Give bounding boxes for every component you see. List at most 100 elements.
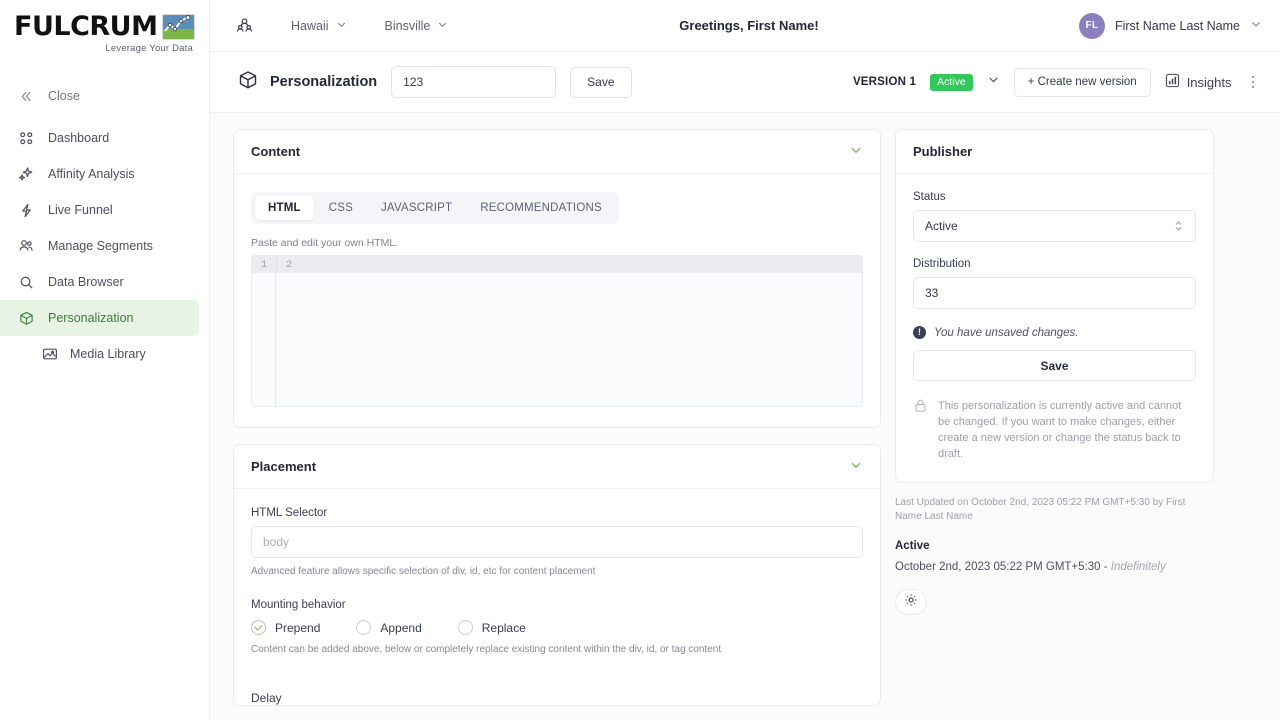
- content-card-header: Content: [234, 130, 880, 174]
- tab-css[interactable]: CSS: [316, 196, 366, 220]
- select-updown-chevron-icon: [1173, 219, 1184, 233]
- version-dropdown-chevron-down-icon[interactable]: [987, 73, 1000, 91]
- sidebar-item-media-library[interactable]: Media Library: [0, 336, 199, 372]
- mounting-behavior-help: Content can be added above, below or com…: [251, 644, 722, 655]
- distribution-input[interactable]: [913, 277, 1196, 309]
- placement-card-header: Placement: [234, 445, 880, 489]
- radio-prepend[interactable]: Prepend: [251, 620, 320, 635]
- sidebar-item-manage-segments[interactable]: Manage Segments: [0, 228, 199, 264]
- people-group-icon[interactable]: [236, 17, 253, 34]
- cube-icon: [17, 309, 35, 327]
- publisher-save-button[interactable]: Save: [913, 350, 1196, 381]
- content-collapse-chevron-down-icon[interactable]: [849, 143, 863, 160]
- sidebar-item-label: Manage Segments: [48, 239, 153, 253]
- sidebar-item-label: Dashboard: [48, 131, 110, 145]
- image-icon: [41, 345, 59, 363]
- unsaved-changes-notice: ! You have unsaved changes.: [913, 326, 1196, 339]
- status-select[interactable]: Active: [913, 210, 1196, 242]
- search-icon: [17, 273, 35, 291]
- exclamation-circle-icon: !: [913, 326, 926, 339]
- tab-html[interactable]: HTML: [255, 196, 314, 220]
- mounting-behavior-label: Mounting behavior: [251, 599, 346, 611]
- content-card-title: Content: [251, 144, 301, 159]
- html-selector-input[interactable]: [251, 526, 863, 558]
- bar-chart-icon: [1165, 73, 1180, 91]
- breadcrumb-binsville[interactable]: Binsville: [385, 19, 449, 33]
- grid-icon: [17, 129, 35, 147]
- content-tabs: HTML CSS JAVASCRIPT RECOMMENDATIONS: [251, 192, 619, 224]
- chevron-down-icon: [336, 19, 347, 33]
- status-label: Status: [913, 191, 946, 203]
- sidebar-item-label: Affinity Analysis: [48, 167, 135, 181]
- chevron-down-icon: [1250, 17, 1262, 35]
- more-vertical-icon[interactable]: [1246, 72, 1261, 93]
- version-status-badge: Active: [930, 73, 973, 91]
- placement-collapse-chevron-down-icon[interactable]: [849, 458, 863, 475]
- personalization-name-input[interactable]: [391, 66, 557, 98]
- sidebar-item-personalization[interactable]: Personalization: [0, 300, 199, 336]
- editor-gutter-column: [252, 273, 276, 406]
- sidebar-item-dashboard[interactable]: Dashboard: [0, 120, 199, 156]
- gear-icon: [904, 593, 918, 612]
- page-toolbar: Personalization Save VERSION 1 Active + …: [210, 52, 1280, 113]
- radio-label: Replace: [481, 620, 526, 635]
- version-label: VERSION 1: [852, 76, 917, 88]
- sidebar-item-label: Close: [48, 89, 80, 103]
- html-code-editor[interactable]: 1 2: [251, 255, 863, 407]
- sidebar-item-data-browser[interactable]: Data Browser: [0, 264, 199, 300]
- sidebar-item-affinity-analysis[interactable]: Affinity Analysis: [0, 156, 199, 192]
- radio-label: Prepend: [275, 620, 321, 635]
- sidebar-item-label: Data Browser: [48, 275, 124, 289]
- publisher-card-header: Publisher: [896, 130, 1213, 174]
- mounting-behavior-group: Prepend Append Replace: [251, 620, 863, 635]
- sidebar-item-close[interactable]: Close: [0, 78, 199, 114]
- sidebar-item-label: Personalization: [48, 311, 134, 325]
- breadcrumb-label: Hawaii: [291, 18, 329, 33]
- last-updated-text: Last Updated on October 2nd, 2023 05:22 …: [895, 497, 1186, 522]
- content-area: Content HTML CSS JAVASCRIPT RECOMMENDATI…: [210, 113, 1280, 720]
- left-column: Content HTML CSS JAVASCRIPT RECOMMENDATI…: [233, 129, 881, 720]
- content-card-body: HTML CSS JAVASCRIPT RECOMMENDATIONS Past…: [234, 174, 880, 427]
- bolt-icon: [17, 201, 35, 219]
- html-selector-label: HTML Selector: [251, 507, 328, 519]
- radio-append[interactable]: Append: [356, 620, 422, 635]
- tab-javascript[interactable]: JAVASCRIPT: [368, 196, 465, 220]
- unsaved-changes-text: You have unsaved changes.: [934, 326, 1079, 339]
- app-root: FULCRUM Leverage Your Data Close Dashboa…: [0, 0, 1280, 720]
- editor-code-text: 2: [286, 258, 293, 271]
- chevron-down-icon: [437, 19, 448, 33]
- delay-label: Delay: [251, 691, 282, 705]
- publisher-card-title: Publisher: [913, 144, 973, 159]
- html-selector-help: Advanced feature allows specific selecti…: [251, 566, 596, 577]
- radio-empty-icon: [356, 620, 372, 635]
- breadcrumb-hawaii[interactable]: Hawaii: [291, 19, 347, 33]
- placement-card-title: Placement: [251, 459, 317, 474]
- logo[interactable]: FULCRUM Leverage Your Data: [0, 0, 209, 60]
- editor-body[interactable]: [252, 273, 862, 406]
- user-menu[interactable]: FL First Name Last Name: [1078, 12, 1262, 39]
- tab-recommendations[interactable]: RECOMMENDATIONS: [467, 196, 615, 220]
- people-icon: [17, 237, 35, 255]
- settings-button[interactable]: [895, 589, 927, 615]
- active-range-indefinitely: Indefinitely: [1110, 561, 1166, 573]
- editor-gutter-number: 1: [260, 258, 268, 271]
- sidebar: FULCRUM Leverage Your Data Close Dashboa…: [0, 0, 210, 720]
- create-new-version-button[interactable]: + Create new version: [1013, 67, 1151, 97]
- sidebar-item-label: Live Funnel: [48, 203, 113, 217]
- insights-button[interactable]: Insights: [1165, 73, 1232, 91]
- sparkles-icon: [17, 165, 35, 183]
- insights-label: Insights: [1186, 74, 1232, 90]
- active-range-start: October 2nd, 2023 05:22 PM GMT+5:30 -: [895, 561, 1111, 573]
- sidebar-item-label: Media Library: [70, 347, 146, 361]
- user-name-label: First Name Last Name: [1114, 18, 1240, 33]
- double-chevron-left-icon: [17, 87, 35, 105]
- sidebar-item-live-funnel[interactable]: Live Funnel: [0, 192, 199, 228]
- active-range-text: October 2nd, 2023 05:22 PM GMT+5:30 - In…: [895, 561, 1214, 573]
- radio-replace[interactable]: Replace: [457, 620, 526, 635]
- save-button[interactable]: Save: [570, 66, 632, 98]
- toolbar-right-group: VERSION 1 Active + Create new version In…: [852, 67, 1261, 97]
- page-title: Personalization: [238, 70, 377, 94]
- right-column: Publisher Status Active Distribution 33 …: [895, 129, 1214, 720]
- publish-status-heading: Active: [895, 540, 930, 552]
- lock-icon: [913, 398, 928, 462]
